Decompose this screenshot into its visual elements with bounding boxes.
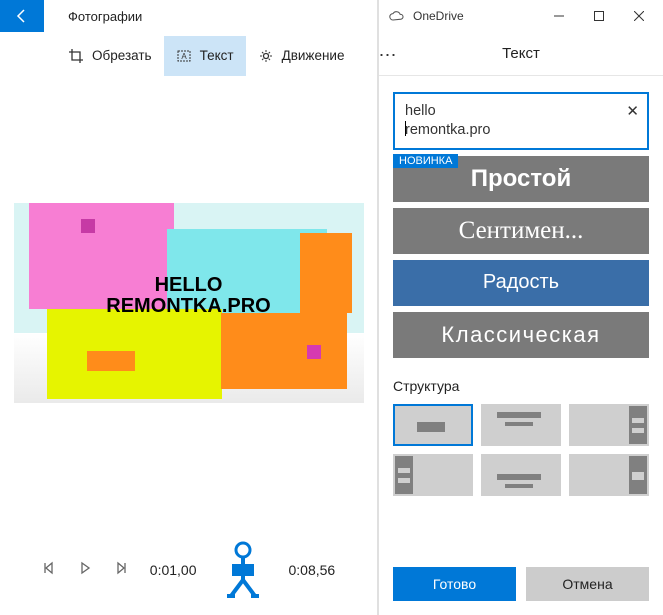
style-label: Простой: [471, 165, 571, 193]
maximize-button[interactable]: [579, 0, 619, 32]
text-tool-label: Текст: [200, 48, 234, 63]
cancel-button[interactable]: Отмена: [526, 567, 649, 601]
motion-icon: [258, 48, 274, 64]
shape-orange-right: [300, 233, 352, 313]
structure-heading: Структура: [393, 378, 649, 394]
text-styles-list: НОВИНКА Простой Сентимен... Радость Клас…: [393, 156, 649, 358]
panel-heading: Текст: [379, 32, 663, 76]
new-badge: НОВИНКА: [393, 154, 458, 168]
playhead-handle[interactable]: [219, 538, 267, 602]
onedrive-titlebar: OneDrive: [379, 0, 663, 32]
canvas-area: HELLO REMONTKA.PRO: [0, 80, 377, 525]
overlay-text: HELLO REMONTKA.PRO: [74, 275, 304, 317]
app-title: Фотографии: [68, 9, 142, 24]
shape-yellow: [47, 309, 222, 399]
crop-icon: [68, 48, 84, 64]
svg-text:A: A: [181, 52, 187, 61]
onedrive-icon: [389, 10, 405, 22]
prev-frame-button[interactable]: [42, 561, 56, 580]
panel-footer: Готово Отмена: [379, 553, 663, 615]
close-icon: [634, 11, 644, 21]
motion-button[interactable]: Движение: [246, 36, 357, 76]
current-time: 0:01,00: [150, 562, 197, 578]
done-button[interactable]: Готово: [393, 567, 516, 601]
video-preview[interactable]: HELLO REMONTKA.PRO: [14, 203, 364, 403]
minimize-icon: [554, 11, 564, 21]
layout-bottom[interactable]: [481, 454, 561, 496]
text-input[interactable]: hello remontka.pro ✕: [393, 92, 649, 150]
layout-right-alt[interactable]: [569, 454, 649, 496]
style-option-sentimental[interactable]: Сентимен...: [393, 208, 649, 254]
text-input-line2: remontka.pro: [405, 121, 619, 140]
layout-left[interactable]: [393, 454, 473, 496]
text-tool-button[interactable]: A Текст: [164, 36, 246, 76]
minimize-button[interactable]: [539, 0, 579, 32]
style-option-classic[interactable]: Классическая: [393, 312, 649, 358]
style-option-simple[interactable]: НОВИНКА Простой: [393, 156, 649, 202]
next-frame-icon: [114, 561, 128, 575]
playhead-icon: [219, 540, 267, 600]
layout-top[interactable]: [481, 404, 561, 446]
motion-label: Движение: [282, 48, 345, 63]
playback-controls: 0:01,00 0:08,56: [0, 525, 377, 615]
layout-grid: [393, 404, 649, 496]
crop-button[interactable]: Обрезать: [56, 36, 164, 76]
maximize-icon: [594, 11, 604, 21]
total-time: 0:08,56: [289, 562, 336, 578]
text-tool-icon: A: [176, 48, 192, 64]
style-label: Радость: [483, 271, 559, 294]
next-frame-button[interactable]: [114, 561, 128, 580]
clear-text-button[interactable]: ✕: [626, 102, 639, 122]
back-button[interactable]: [0, 0, 44, 32]
play-icon: [78, 561, 92, 575]
layout-right[interactable]: [569, 404, 649, 446]
toolbar: Обрезать A Текст Движение ⋯: [0, 32, 377, 80]
text-input-line1: hello: [405, 102, 619, 121]
close-button[interactable]: [619, 0, 659, 32]
play-button[interactable]: [78, 561, 92, 580]
shape-orange-bottom: [221, 313, 347, 389]
crop-label: Обрезать: [92, 48, 152, 63]
layout-center[interactable]: [393, 404, 473, 446]
style-label: Классическая: [441, 322, 600, 348]
left-titlebar: Фотографии: [0, 0, 377, 32]
onedrive-label: OneDrive: [413, 9, 539, 23]
prev-frame-icon: [42, 561, 56, 575]
style-label: Сентимен...: [459, 217, 584, 245]
style-option-joy[interactable]: Радость: [393, 260, 649, 306]
